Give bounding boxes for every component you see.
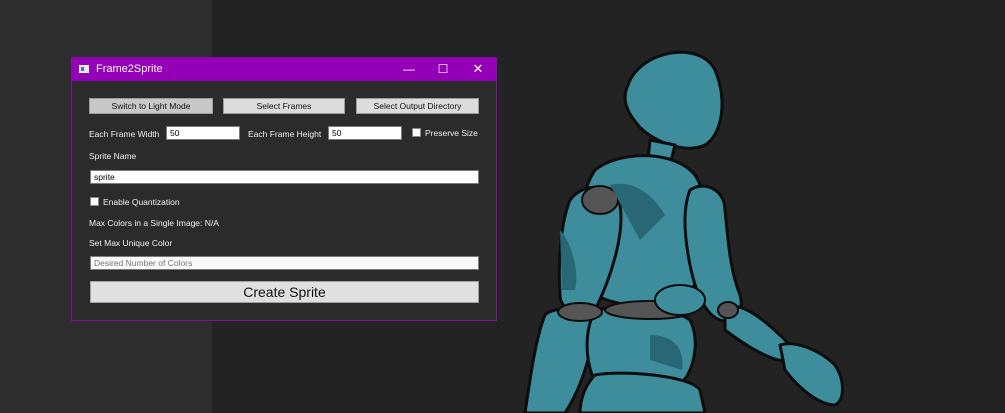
minimize-button[interactable]: — [392, 58, 426, 81]
frame-height-input[interactable] [328, 126, 402, 140]
preserve-size-label: Preserve Size [425, 128, 478, 138]
switch-theme-button[interactable]: Switch to Light Mode [89, 98, 213, 114]
mannequin-figure-image [523, 50, 844, 413]
create-sprite-button[interactable]: Create Sprite [90, 281, 479, 303]
frame-width-input[interactable] [166, 126, 240, 140]
select-frames-button[interactable]: Select Frames [223, 98, 345, 114]
enable-quantization-label: Enable Quantization [103, 197, 180, 207]
enable-quantization-checkbox[interactable] [90, 197, 99, 206]
sprite-name-input[interactable] [90, 170, 479, 184]
frame-height-label: Each Frame Height [248, 129, 322, 139]
app-icon [79, 65, 89, 73]
frame-width-label: Each Frame Width [89, 129, 160, 139]
select-output-directory-button[interactable]: Select Output Directory [356, 98, 479, 114]
window-title: Frame2Sprite [96, 63, 163, 75]
max-colors-info: Max Colors in a Single Image: N/A [89, 218, 219, 228]
set-max-unique-color-label: Set Max Unique Color [89, 238, 173, 248]
preserve-size-checkbox[interactable] [412, 128, 421, 137]
close-button[interactable]: ✕ [461, 58, 495, 81]
desired-colors-input[interactable] [90, 256, 479, 270]
sprite-name-label: Sprite Name [89, 151, 137, 161]
app-window: Frame2Sprite — ☐ ✕ Switch to Light Mode … [71, 57, 497, 321]
title-bar[interactable]: Frame2Sprite — ☐ ✕ [72, 58, 496, 81]
maximize-button[interactable]: ☐ [426, 58, 460, 81]
